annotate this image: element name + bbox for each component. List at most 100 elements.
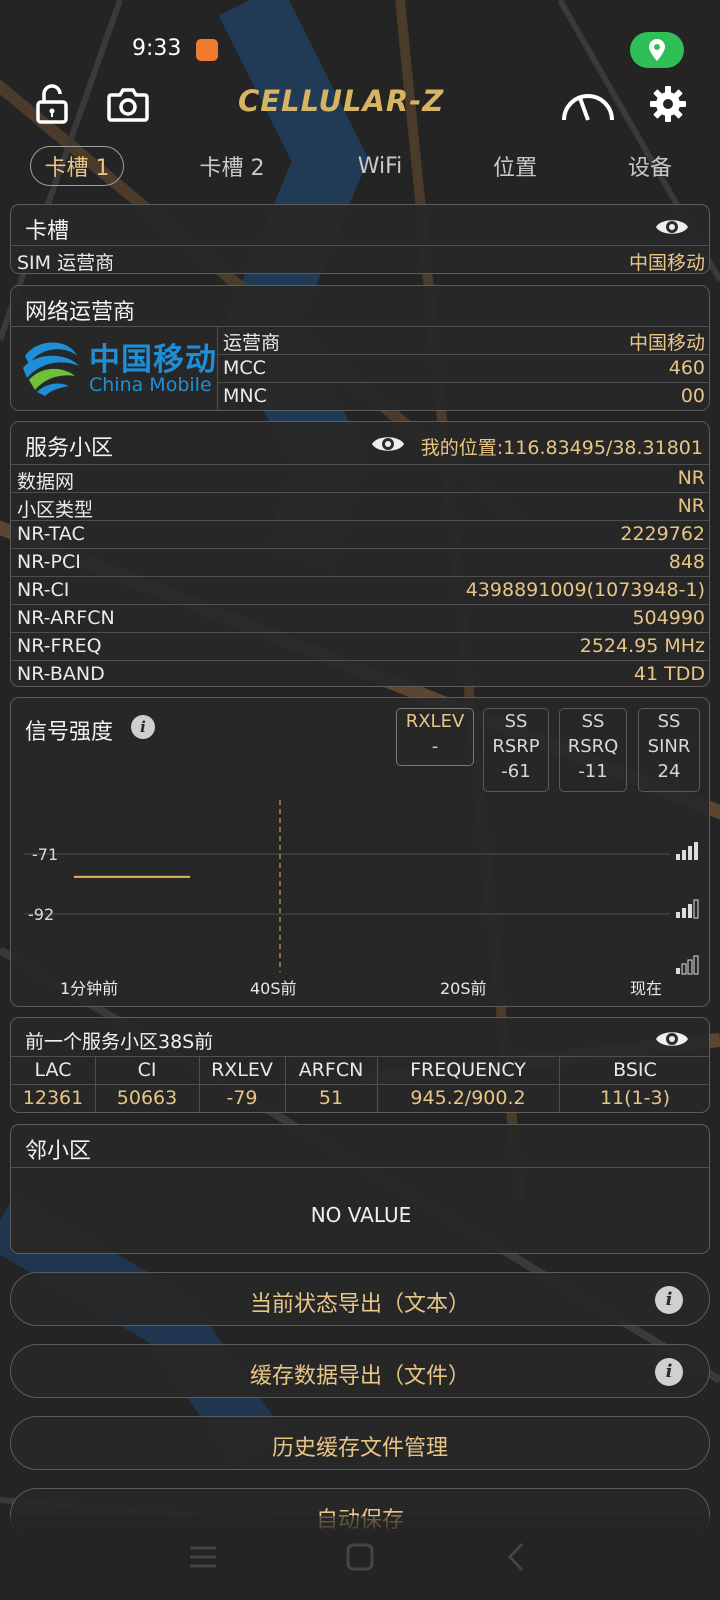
row-key: 数据网 — [17, 471, 75, 493]
menu-icon[interactable] — [186, 1540, 220, 1574]
row-key: NR-PCI — [17, 551, 81, 573]
slot-panel-title: 卡槽 — [25, 219, 70, 244]
cell-frequency: 945.2/900.2 — [410, 1087, 526, 1109]
row-key: NR-CI — [17, 579, 70, 601]
eye-icon[interactable] — [655, 215, 689, 239]
tab-slot-1[interactable]: 卡槽 1 — [30, 146, 124, 186]
metric-name-2: RSRP — [492, 736, 540, 757]
row-value: 中国移动 — [628, 332, 705, 354]
row-value: 4398891009(1073948-1) — [465, 579, 705, 601]
slot-panel: 卡槽 SIM 运营商 中国移动 — [10, 204, 710, 274]
cell-row: NR-ARFCN 504990 — [11, 604, 709, 632]
signal-bars-low-icon — [676, 955, 699, 975]
x-tick-label: 40S前 — [250, 979, 297, 998]
operator-panel: 网络运营商 中国移动 China Mobile 运营商 中国移动 MCC 460… — [10, 285, 710, 411]
info-icon[interactable]: i — [655, 1286, 683, 1314]
cell-row: NR-BAND 41 TDD — [11, 660, 709, 686]
cell-arfcn: 51 — [318, 1087, 344, 1109]
row-value: 中国移动 — [628, 252, 705, 274]
info-icon[interactable]: i — [131, 715, 155, 739]
metric-value: 24 — [657, 761, 681, 782]
row-key: NR-BAND — [17, 663, 105, 685]
home-icon[interactable] — [343, 1540, 377, 1574]
metric-value: -61 — [501, 761, 531, 782]
logo-cn-text: 中国移动 — [89, 342, 217, 378]
metric-name: SS — [504, 711, 528, 732]
metric-ss-rsrq[interactable]: SS RSRQ -11 — [559, 708, 627, 792]
metric-rxlev[interactable]: RXLEV - — [396, 708, 474, 766]
tab-location[interactable]: 位置 — [475, 146, 555, 186]
metric-value: - — [431, 736, 439, 757]
col-header-rxlev: RXLEV — [211, 1059, 273, 1081]
y-tick-label: -71 — [32, 845, 58, 864]
unlock-icon[interactable] — [30, 82, 74, 126]
my-location: 我的位置:116.83495/38.31801 — [420, 437, 703, 459]
y-tick-label: -92 — [28, 905, 54, 924]
tab-device[interactable]: 设备 — [610, 146, 690, 186]
previous-cell-panel: 前一个服务小区38S前 LAC CI RXLEV ARFCN FREQUENCY… — [10, 1017, 710, 1113]
row-key: NR-TAC — [17, 523, 85, 545]
metric-name: SS — [581, 711, 605, 732]
signal-bars-mid-icon — [676, 899, 699, 919]
previous-cell-title: 前一个服务小区38S前 — [25, 1031, 214, 1053]
logo-en-text: China Mobile — [89, 374, 212, 396]
cell-row: NR-PCI 848 — [11, 548, 709, 576]
tab-wifi[interactable]: WiFi — [340, 146, 420, 186]
sim-operator-row: SIM 运营商 中国移动 — [11, 245, 709, 274]
neighbor-cells-title: 邻小区 — [25, 1139, 92, 1164]
row-key: 运营商 — [223, 332, 281, 354]
app-logo: CELLULAR-Z — [238, 84, 445, 118]
col-header-frequency: FREQUENCY — [410, 1059, 526, 1081]
col-header-lac: LAC — [34, 1059, 72, 1081]
button-label: 当前状态导出（文本） — [249, 1292, 470, 1317]
button-label: 历史缓存文件管理 — [271, 1436, 448, 1461]
info-icon[interactable]: i — [655, 1358, 683, 1386]
speedometer-icon[interactable] — [560, 82, 616, 126]
row-value: NR — [677, 495, 705, 517]
cell-rxlev: -79 — [226, 1087, 258, 1109]
cell-ci: 50663 — [116, 1087, 178, 1109]
cell-row: 数据网 NR — [11, 464, 709, 493]
cell-lac: 12361 — [22, 1087, 84, 1109]
history-cache-manager-button[interactable]: 历史缓存文件管理 — [10, 1416, 710, 1470]
eye-icon[interactable] — [371, 432, 405, 456]
tab-slot-2[interactable]: 卡槽 2 — [182, 146, 282, 186]
cell-row: NR-CI 4398891009(1073948-1) — [11, 576, 709, 604]
metric-ss-sinr[interactable]: SS SINR 24 — [638, 708, 700, 792]
cell-row: NR-FREQ 2524.95 MHz — [11, 632, 709, 660]
gear-icon[interactable] — [646, 82, 690, 126]
cell-row: 小区类型 NR — [11, 492, 709, 521]
metric-ss-rsrp[interactable]: SS RSRP -61 — [483, 708, 549, 792]
x-tick-label: 现在 — [630, 979, 662, 998]
china-mobile-logo-icon — [23, 342, 79, 396]
row-key: MCC — [223, 357, 266, 379]
camera-icon[interactable] — [106, 82, 150, 126]
row-value: 460 — [668, 357, 705, 379]
metric-name: RXLEV — [405, 711, 465, 732]
row-key: SIM 运营商 — [17, 252, 115, 274]
cell-row: NR-TAC 2229762 — [11, 520, 709, 548]
x-tick-label: 1分钟前 — [60, 979, 118, 998]
signal-chart: -71 -92 1分钟前 40S前 20S前 现在 — [24, 800, 699, 998]
operator-row: 运营商 中国移动 — [217, 326, 709, 354]
row-key: MNC — [223, 385, 267, 407]
col-header-ci: CI — [137, 1059, 157, 1081]
signal-panel-title: 信号强度 — [25, 720, 114, 745]
row-key: NR-ARFCN — [17, 607, 115, 629]
metric-name-2: SINR — [647, 736, 691, 757]
x-tick-label: 20S前 — [440, 979, 487, 998]
metric-name: SS — [657, 711, 681, 732]
empty-state-text: NO VALUE — [310, 1203, 412, 1227]
back-icon[interactable] — [500, 1540, 534, 1574]
location-pill-icon[interactable] — [630, 32, 684, 68]
cell-bsic: 11(1-3) — [599, 1087, 671, 1109]
row-value: 2229762 — [620, 523, 705, 545]
serving-cell-title: 服务小区 — [25, 436, 114, 461]
export-cache-file-button[interactable]: 缓存数据导出（文件） i — [10, 1344, 710, 1398]
row-value: NR — [677, 467, 705, 489]
col-header-arfcn: ARFCN — [298, 1059, 364, 1081]
export-status-text-button[interactable]: 当前状态导出（文本） i — [10, 1272, 710, 1326]
mnc-row: MNC 00 — [217, 382, 709, 410]
eye-icon[interactable] — [655, 1027, 689, 1051]
mcc-row: MCC 460 — [217, 354, 709, 382]
